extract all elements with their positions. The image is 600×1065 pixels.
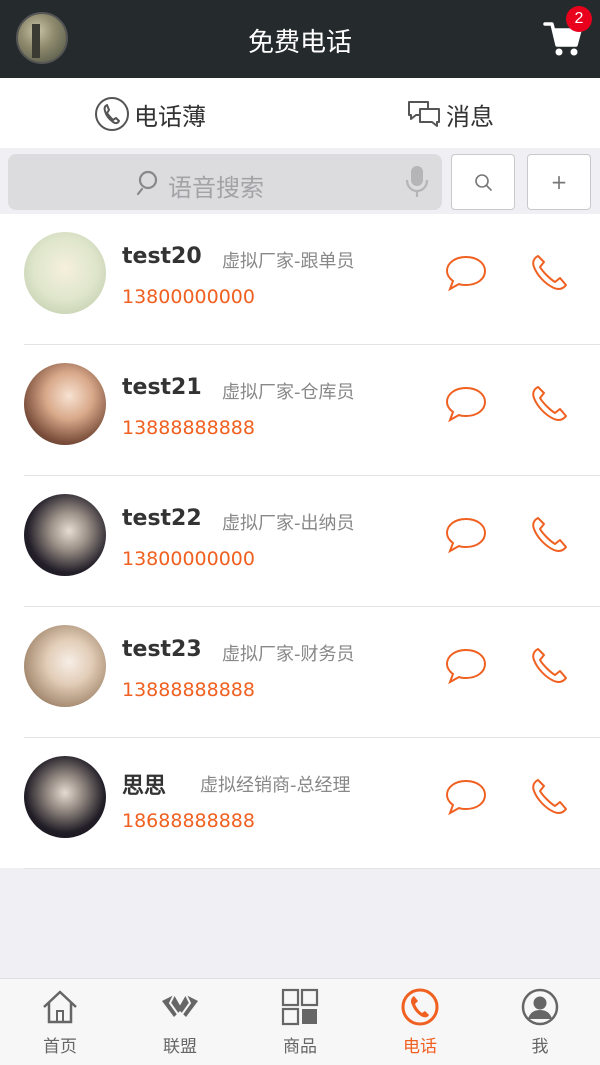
user-icon: [521, 988, 559, 1026]
search-row: 语音搜索 +: [0, 148, 600, 214]
contact-phone: 13888888888: [122, 417, 255, 439]
contact-phone: 18688888888: [122, 810, 255, 832]
nav-home[interactable]: 首页: [0, 979, 120, 1065]
contact-avatar: [24, 756, 106, 838]
page-title: 免费电话: [247, 28, 352, 58]
phone-circle-icon: [94, 96, 130, 132]
contact-avatar: [24, 363, 106, 445]
alliance-icon: [162, 994, 198, 1019]
tab-phonebook-label: 电话薄: [134, 102, 206, 131]
phone-icon[interactable]: [528, 776, 570, 822]
grid-icon: [281, 988, 319, 1026]
contact-row[interactable]: test21 虚拟厂家-仓库员 13888888888: [0, 345, 600, 476]
phone-icon: [401, 988, 439, 1026]
contact-row[interactable]: test23 虚拟厂家-财务员 13888888888: [0, 607, 600, 738]
nav-me-label: 我: [531, 1037, 549, 1057]
message-icon[interactable]: [445, 516, 487, 558]
nav-home-label: 首页: [43, 1037, 77, 1057]
contact-name: test20: [122, 244, 202, 269]
contact-avatar: [24, 625, 106, 707]
contact-row[interactable]: test20 虚拟厂家-跟单员 13800000000: [0, 214, 600, 345]
chat-bubbles-icon: [406, 99, 442, 129]
search-button[interactable]: [451, 154, 515, 210]
nav-products-label: 商品: [283, 1037, 317, 1057]
search-icon: [475, 174, 492, 191]
nav-phone-label: 电话: [403, 1037, 437, 1057]
contact-phone: 13800000000: [122, 548, 255, 570]
phone-icon[interactable]: [528, 514, 570, 560]
phone-icon[interactable]: [528, 383, 570, 429]
phone-icon[interactable]: [528, 252, 570, 298]
search-placeholder: 语音搜索: [168, 174, 264, 202]
cart-badge: 2: [566, 6, 592, 32]
contact-name: test21: [122, 375, 202, 400]
contact-avatar: [24, 494, 106, 576]
tab-messages-label: 消息: [446, 102, 494, 131]
contact-name: 思思: [122, 774, 167, 799]
message-icon[interactable]: [445, 385, 487, 427]
contact-role: 虚拟厂家-跟单员: [222, 251, 355, 272]
contact-phone: 13888888888: [122, 679, 255, 701]
app-header: 免费电话 2: [0, 0, 600, 78]
contact-phone: 13800000000: [122, 286, 255, 308]
nav-alliance[interactable]: 联盟: [120, 979, 240, 1065]
home-icon: [43, 990, 77, 1024]
contact-role: 虚拟厂家-财务员: [222, 644, 355, 665]
nav-phone[interactable]: 电话: [360, 979, 480, 1065]
nav-products[interactable]: 商品: [240, 979, 360, 1065]
contact-role: 虚拟经销商-总经理: [200, 775, 351, 796]
search-icon: [136, 168, 164, 200]
contact-role: 虚拟厂家-出纳员: [222, 513, 355, 534]
nav-me[interactable]: 我: [480, 979, 600, 1065]
row-divider: [24, 868, 600, 869]
tab-phonebook[interactable]: 电话薄: [0, 78, 300, 150]
contact-name: test23: [122, 637, 202, 662]
message-icon[interactable]: [445, 778, 487, 820]
phone-icon[interactable]: [528, 645, 570, 691]
bottom-nav: 首页 联盟 商品 电话 我: [0, 978, 600, 1065]
contact-row[interactable]: test22 虚拟厂家-出纳员 13800000000: [0, 476, 600, 607]
contact-row[interactable]: 思思 虚拟经销商-总经理 18688888888: [0, 738, 600, 869]
contact-avatar: [24, 232, 106, 314]
tab-bar: 电话薄 消息: [0, 78, 600, 226]
message-icon[interactable]: [445, 254, 487, 296]
nav-alliance-label: 联盟: [163, 1037, 197, 1057]
contact-role: 虚拟厂家-仓库员: [222, 382, 355, 403]
contact-name: test22: [122, 506, 202, 531]
contact-list: test20 虚拟厂家-跟单员 13800000000 test21 虚拟厂家-…: [0, 214, 600, 869]
tab-messages[interactable]: 消息: [300, 78, 600, 150]
voice-search-input[interactable]: 语音搜索: [8, 154, 442, 210]
message-icon[interactable]: [445, 647, 487, 689]
add-contact-button[interactable]: +: [527, 154, 591, 210]
microphone-icon[interactable]: [404, 164, 430, 204]
